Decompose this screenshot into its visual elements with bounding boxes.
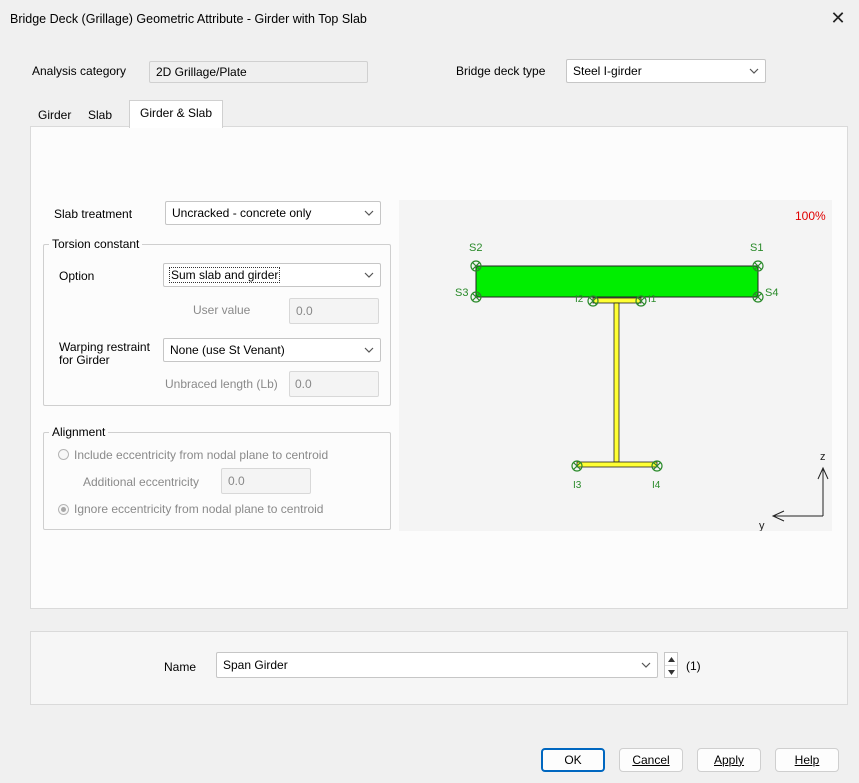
spinner-up-icon[interactable] — [665, 653, 677, 666]
torsion-option-select[interactable]: Sum slab and girder — [163, 263, 381, 287]
label-i3: I3 — [573, 480, 582, 491]
unbraced-length-label: Unbraced length (Lb) — [165, 377, 278, 391]
chevron-down-icon — [364, 208, 374, 218]
chevron-down-icon — [364, 270, 374, 280]
section-drawing: S2 S1 S3 S4 I2 I1 I3 I4 100% z y — [455, 209, 829, 532]
label-s4: S4 — [765, 287, 778, 299]
tab-girder-and-slab-label: Girder & Slab — [140, 106, 213, 120]
bottom-flange-shape — [576, 461, 658, 468]
bridge-deck-type-select[interactable]: Steel I-girder — [566, 59, 766, 83]
slab-treatment-value: Uncracked - concrete only — [172, 206, 312, 220]
chevron-down-icon — [749, 66, 759, 76]
user-value-text: 0.0 — [296, 304, 313, 318]
name-label: Name — [164, 660, 197, 674]
axis-y-label: y — [759, 520, 765, 531]
include-eccentricity-label: Include eccentricity from nodal plane to… — [74, 448, 329, 462]
apply-button-label: Apply — [713, 753, 745, 767]
axis-z-label: z — [820, 451, 826, 463]
unbraced-length-input[interactable]: 0.0 — [289, 371, 379, 397]
window-title: Bridge Deck (Grillage) Geometric Attribu… — [10, 12, 367, 26]
bridge-deck-type-value: Steel I-girder — [573, 64, 642, 78]
name-count: (1) — [686, 659, 701, 673]
zoom-level: 100% — [795, 209, 826, 223]
torsion-option-label: Option — [59, 269, 95, 283]
analysis-category-field: 2D Grillage/Plate — [149, 61, 368, 83]
help-button[interactable]: Help — [775, 748, 839, 772]
close-icon[interactable]: ✕ — [825, 6, 851, 30]
tab-slab[interactable]: Slab — [84, 104, 116, 126]
warping-restraint-value: None (use St Venant) — [170, 343, 285, 357]
ok-button-label: OK — [564, 753, 582, 767]
ignore-eccentricity-radio[interactable] — [58, 504, 69, 515]
ok-button[interactable]: OK — [541, 748, 605, 772]
user-value-label: User value — [193, 303, 251, 317]
label-s2: S2 — [469, 242, 482, 254]
bridge-deck-type-label: Bridge deck type — [456, 64, 546, 78]
label-i1: I1 — [648, 294, 657, 305]
additional-eccentricity-label: Additional eccentricity — [83, 475, 200, 489]
tab-girder[interactable]: Girder — [34, 104, 75, 126]
chevron-down-icon — [641, 660, 651, 670]
cancel-button[interactable]: Cancel — [619, 748, 683, 772]
label-i4: I4 — [652, 480, 661, 491]
tab-girder-and-slab[interactable]: Girder & Slab — [129, 100, 224, 128]
slab-shape — [475, 265, 759, 298]
warping-restraint-select[interactable]: None (use St Venant) — [163, 338, 381, 362]
torsion-option-value: Sum slab and girder — [168, 267, 281, 283]
slab-treatment-select[interactable]: Uncracked - concrete only — [165, 201, 381, 225]
additional-eccentricity-input[interactable]: 0.0 — [221, 468, 311, 494]
label-s3: S3 — [455, 287, 468, 299]
analysis-category-value: 2D Grillage/Plate — [156, 65, 247, 79]
chevron-down-icon — [364, 345, 374, 355]
warping-restraint-label-line2: for Girder — [59, 353, 110, 367]
slab-treatment-label: Slab treatment — [54, 207, 133, 221]
section-preview: S2 S1 S3 S4 I2 I1 I3 I4 100% z y — [399, 200, 832, 532]
ignore-eccentricity-label: Ignore eccentricity from nodal plane to … — [74, 502, 324, 516]
additional-eccentricity-text: 0.0 — [228, 474, 245, 488]
analysis-category-label: Analysis category — [32, 64, 127, 78]
name-value: Span Girder — [223, 658, 288, 672]
torsion-constant-title: Torsion constant — [49, 237, 143, 251]
include-eccentricity-radio[interactable] — [58, 449, 69, 460]
apply-button[interactable]: Apply — [697, 748, 761, 772]
label-s1: S1 — [750, 242, 763, 254]
label-i2: I2 — [575, 294, 584, 305]
top-flange-shape — [592, 297, 642, 304]
help-button-label: Help — [794, 753, 820, 767]
name-combo[interactable]: Span Girder — [216, 652, 658, 678]
warping-restraint-label: Warping restraint for Girder — [59, 341, 150, 367]
alignment-title: Alignment — [49, 425, 109, 439]
unbraced-length-text: 0.0 — [295, 377, 312, 391]
axes-icon — [771, 466, 829, 522]
tab-slab-label: Slab — [88, 108, 113, 122]
tab-girder-label: Girder — [38, 108, 72, 122]
spinner-down-icon[interactable] — [665, 666, 677, 678]
web-shape — [613, 302, 620, 463]
name-spinner — [664, 652, 678, 678]
cancel-button-label: Cancel — [632, 753, 670, 767]
user-value-input[interactable]: 0.0 — [289, 298, 379, 324]
